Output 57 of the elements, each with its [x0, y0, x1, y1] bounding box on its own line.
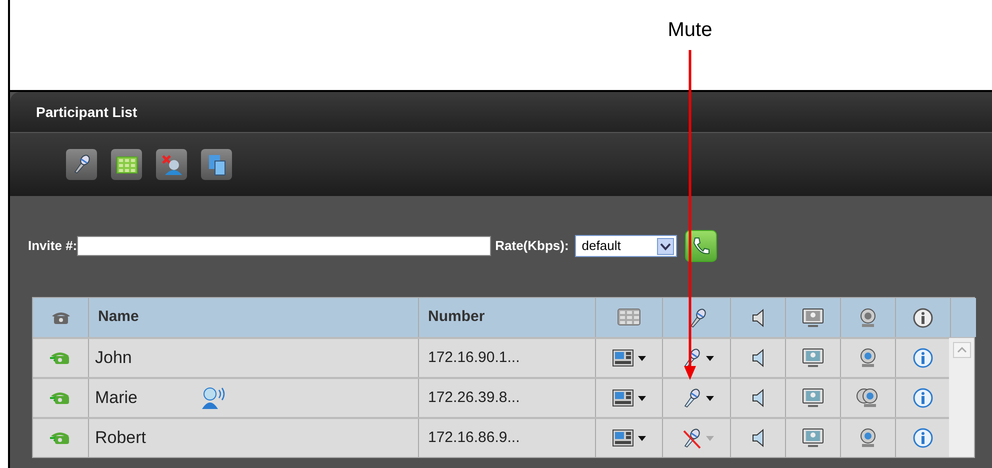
caret-down-icon — [706, 436, 714, 440]
speaker-button[interactable] — [750, 427, 766, 449]
video-layout-icon — [612, 428, 634, 448]
panel-title: Participant List — [36, 102, 138, 122]
remove-user-icon — [160, 152, 184, 176]
rate-label: Rate(Kbps): — [495, 237, 569, 256]
annotation-label: Mute — [668, 18, 712, 42]
monitor-icon — [801, 427, 825, 449]
monitor-icon — [801, 387, 825, 409]
info-icon — [911, 387, 935, 409]
caret-down-icon — [638, 356, 646, 360]
info-icon — [911, 306, 935, 328]
keypad-icon — [617, 308, 641, 328]
speaker-button[interactable] — [750, 387, 766, 409]
layout-dropdown[interactable] — [612, 348, 646, 368]
speaker-icon — [750, 387, 766, 409]
screen-share-button[interactable] — [801, 387, 825, 409]
column-header[interactable]: Number — [419, 298, 596, 337]
monitor-icon — [801, 306, 825, 328]
speaker-icon — [750, 306, 766, 328]
invite-label: Invite #: — [28, 237, 78, 256]
speaker-icon — [750, 427, 766, 449]
participant-number: 172.26.39.8... — [428, 388, 520, 408]
rate-dropdown[interactable]: default — [574, 235, 677, 257]
speaker-button[interactable] — [750, 347, 766, 369]
chevron-down-icon — [656, 238, 674, 254]
copy-button[interactable] — [201, 149, 232, 180]
column-header[interactable]: Name — [89, 298, 419, 337]
screen-share-button[interactable] — [801, 427, 825, 449]
participant-name: Robert — [95, 427, 148, 450]
call-button[interactable] — [684, 230, 717, 262]
caret-down-icon — [638, 396, 646, 400]
info-button[interactable] — [911, 347, 935, 369]
scrollbar[interactable] — [949, 338, 974, 457]
caret-down-icon — [706, 396, 714, 400]
remove-user-button[interactable] — [156, 149, 187, 180]
layout-dropdown[interactable] — [612, 388, 646, 408]
chevron-up-icon — [956, 347, 966, 353]
info-button[interactable] — [911, 387, 935, 409]
caret-down-icon — [706, 356, 714, 360]
video-layout-icon — [612, 388, 634, 408]
keypad-button[interactable] — [111, 149, 142, 180]
screen-share-button[interactable] — [801, 347, 825, 369]
video-layout-icon — [612, 348, 634, 368]
participant-number: 172.16.86.9... — [428, 428, 520, 448]
participant-name: Marie — [95, 387, 139, 410]
caret-down-icon — [638, 436, 646, 440]
participant-number: 172.16.90.1... — [428, 348, 520, 368]
speaker-icon — [750, 347, 766, 369]
monitor-icon — [801, 347, 825, 369]
info-button[interactable] — [911, 427, 935, 449]
info-icon — [911, 347, 935, 369]
layout-dropdown[interactable] — [612, 428, 646, 448]
invite-field[interactable] — [77, 236, 492, 256]
participant-name: John — [95, 347, 133, 370]
microphone-button[interactable] — [66, 149, 97, 180]
info-icon — [911, 427, 935, 449]
